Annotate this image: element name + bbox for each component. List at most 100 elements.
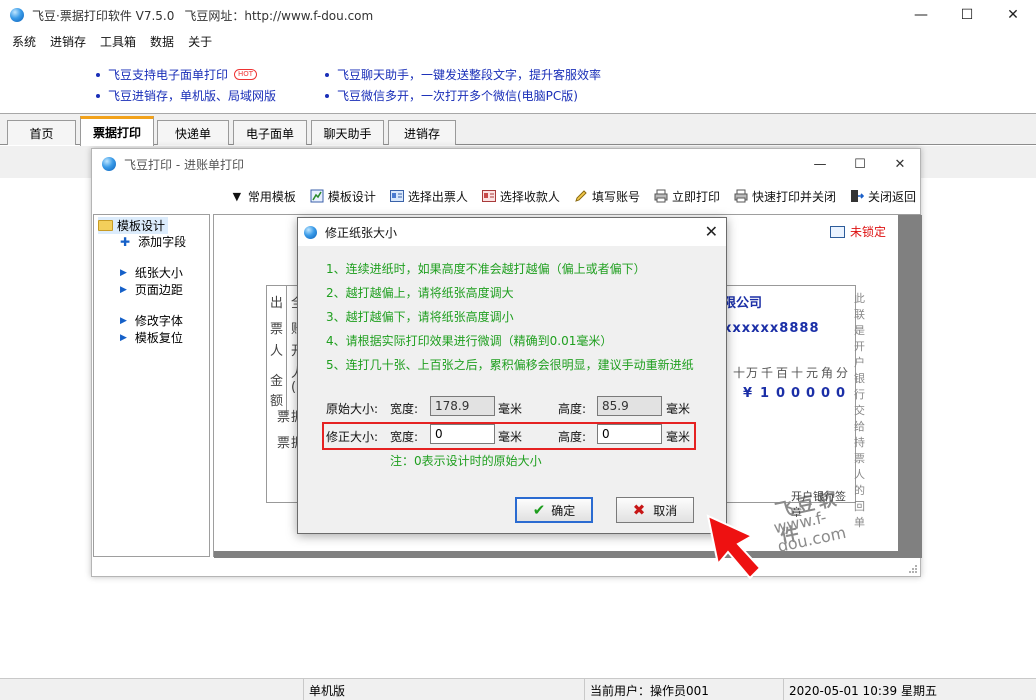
tree-item-change-font[interactable]: ▶ 修改字体 [120, 312, 183, 329]
banner-link-text: 飞豆进销存，单机版、局域网版 [108, 89, 277, 103]
tab-bill-print[interactable]: 票据打印 [80, 116, 154, 146]
banner-link-inventory[interactable]: 飞豆进销存，单机版、局域网版 [96, 87, 276, 104]
amount-head: 分 [836, 366, 849, 380]
tab-eorder[interactable]: 电子面单 [233, 120, 307, 145]
amount-head: 元 [806, 366, 819, 380]
menu-item-inventory[interactable]: 进销存 [43, 33, 93, 50]
amount-value: 0 [806, 386, 816, 401]
quick-print-close-button[interactable]: 快速打印并关闭 [734, 188, 836, 205]
original-width-label: 宽度: [390, 402, 419, 416]
banner-link-eorder[interactable]: 飞豆支持电子面单打印 HOT [96, 66, 258, 83]
original-width-field [430, 396, 495, 416]
maximize-button[interactable]: ☐ [944, 0, 990, 30]
red-pointer-arrow-icon [706, 514, 762, 580]
invoice-char: 人 [270, 344, 284, 359]
common-template-button[interactable]: ▼ 常用模板 [230, 188, 296, 205]
hot-badge: HOT [234, 69, 258, 80]
menu-item-system[interactable]: 系统 [5, 33, 43, 50]
resize-grip-icon[interactable] [908, 564, 918, 574]
exit-icon [850, 189, 864, 203]
menu-item-data[interactable]: 数据 [143, 33, 181, 50]
tab-inventory[interactable]: 进销存 [388, 120, 456, 145]
triangle-bullet-icon: ▶ [120, 315, 127, 326]
bullet-icon [96, 93, 100, 98]
minimize-icon: — [914, 7, 928, 23]
banner-link-chat[interactable]: 飞豆聊天助手，一键发送整段文字，提升客服效率 [325, 66, 601, 83]
lock-status-label: 未锁定 [850, 225, 887, 239]
toolbar-label: 选择出票人 [407, 189, 468, 204]
menu-item-about[interactable]: 关于 [181, 33, 219, 50]
main-titlebar[interactable]: 飞豆·票据打印软件 V7.5.0 飞豆网址：http://www.f-dou.c… [0, 0, 1036, 30]
bullet-icon [325, 72, 329, 77]
card-icon [389, 189, 404, 203]
printer-icon [734, 189, 748, 203]
tree-root-template-design[interactable]: 模板设计 [98, 217, 169, 234]
banner-link-text: 飞豆聊天助手，一键发送整段文字，提升客服效率 [337, 68, 602, 82]
ok-button[interactable]: ✔ 确定 [515, 497, 593, 523]
close-icon: ✕ [1007, 7, 1019, 23]
toolbar-label: 常用模板 [247, 189, 296, 204]
select-drawer-button[interactable]: 选择出票人 [389, 188, 468, 205]
corrected-height-input[interactable] [597, 424, 662, 444]
invoice-account: xxxxxx8888 [723, 321, 820, 336]
tree-item-paper-size[interactable]: ▶ 纸张大小 [120, 264, 183, 281]
plus-icon: ✚ [120, 234, 131, 249]
amount-value: 0 [836, 386, 846, 401]
tree-item-page-margin[interactable]: ▶ 页面边距 [120, 281, 183, 298]
tree-item-reset-template[interactable]: ▶ 模板复位 [120, 329, 183, 346]
amount-head: 十 [733, 366, 746, 380]
ok-button-label: 确定 [551, 503, 576, 518]
card-icon [481, 189, 496, 203]
fill-account-button[interactable]: 填写账号 [574, 188, 640, 205]
close-icon: ✕ [894, 156, 906, 172]
tree-item-add-field[interactable]: ✚ 添加字段 [120, 233, 186, 250]
corrected-width-input[interactable] [430, 424, 495, 444]
child-minimize-button[interactable]: — [800, 149, 840, 179]
dialog-titlebar[interactable]: 修正纸张大小 ✕ [298, 218, 726, 246]
toolbar-label: 选择收款人 [499, 189, 560, 204]
print-now-button[interactable]: 立即打印 [654, 188, 720, 205]
amount-head: 千 [761, 366, 774, 380]
child-toolbar: ▼ 常用模板 模板设计 选择出票人 选择收款人 填写账号 立即打印 快速打印并关… [92, 183, 920, 209]
toolbar-label: 关闭返回 [867, 189, 916, 204]
cancel-button[interactable]: ✖ 取消 [616, 497, 694, 523]
window-icon [830, 225, 845, 238]
invoice-char: 票 [270, 322, 284, 337]
amount-value: 0 [776, 386, 786, 401]
menu-bar: 系统 进销存 工具箱 数据 关于 [0, 30, 1036, 52]
chart-icon [310, 189, 324, 203]
toolbar-label: 快速打印并关闭 [751, 189, 836, 204]
status-bar: 单机版 当前用户：操作员001 2020-05-01 10:39 星期五 [0, 678, 1036, 700]
tab-home[interactable]: 首页 [7, 120, 76, 145]
triangle-bullet-icon: ▶ [120, 267, 127, 278]
main-tabs: 首页 票据打印 快递单 电子面单 聊天助手 进销存 [0, 114, 1036, 146]
amount-value: 0 [791, 386, 801, 401]
amount-value: 0 [821, 386, 831, 401]
close-button[interactable]: ✕ [990, 0, 1036, 30]
tree-item-label: 模板复位 [134, 331, 183, 345]
triangle-bullet-icon: ▶ [120, 332, 127, 343]
minimize-button[interactable]: — [898, 0, 944, 30]
lock-status[interactable]: 未锁定 [830, 223, 886, 240]
canvas-margin-bottom [214, 551, 922, 558]
tab-express[interactable]: 快递单 [157, 120, 229, 145]
select-payee-button[interactable]: 选择收款人 [481, 188, 560, 205]
bullet-icon [325, 93, 329, 98]
window-title: 飞豆·票据打印软件 V7.5.0 [32, 8, 175, 23]
dialog-close-icon[interactable]: ✕ [705, 222, 718, 241]
banner-link-wechat[interactable]: 飞豆微信多开，一次打开多个微信(电脑PC版) [325, 87, 578, 104]
maximize-icon: ☐ [854, 156, 866, 172]
close-return-button[interactable]: 关闭返回 [850, 188, 916, 205]
child-maximize-button[interactable]: ☐ [840, 149, 880, 179]
tab-chat-assistant[interactable]: 聊天助手 [311, 120, 384, 145]
instruction-line: 5、连打几十张、上百张之后，累积偏移会很明显，建议手动重新进纸 [326, 358, 694, 372]
corrected-height-label: 高度: [558, 430, 587, 444]
canvas-margin-right [898, 215, 922, 558]
fix-paper-size-dialog: 修正纸张大小 ✕ 1、连续进纸时，如果高度不准会越打越偏（偏上或者偏下） 2、越… [297, 217, 727, 534]
bullet-icon [96, 72, 100, 77]
invoice-char: 金 [270, 374, 284, 389]
child-close-button[interactable]: ✕ [880, 149, 920, 179]
child-titlebar[interactable]: 飞豆打印 - 进账单打印 — ☐ ✕ [92, 149, 920, 179]
menu-item-toolbox[interactable]: 工具箱 [93, 33, 143, 50]
template-design-button[interactable]: 模板设计 [310, 188, 376, 205]
